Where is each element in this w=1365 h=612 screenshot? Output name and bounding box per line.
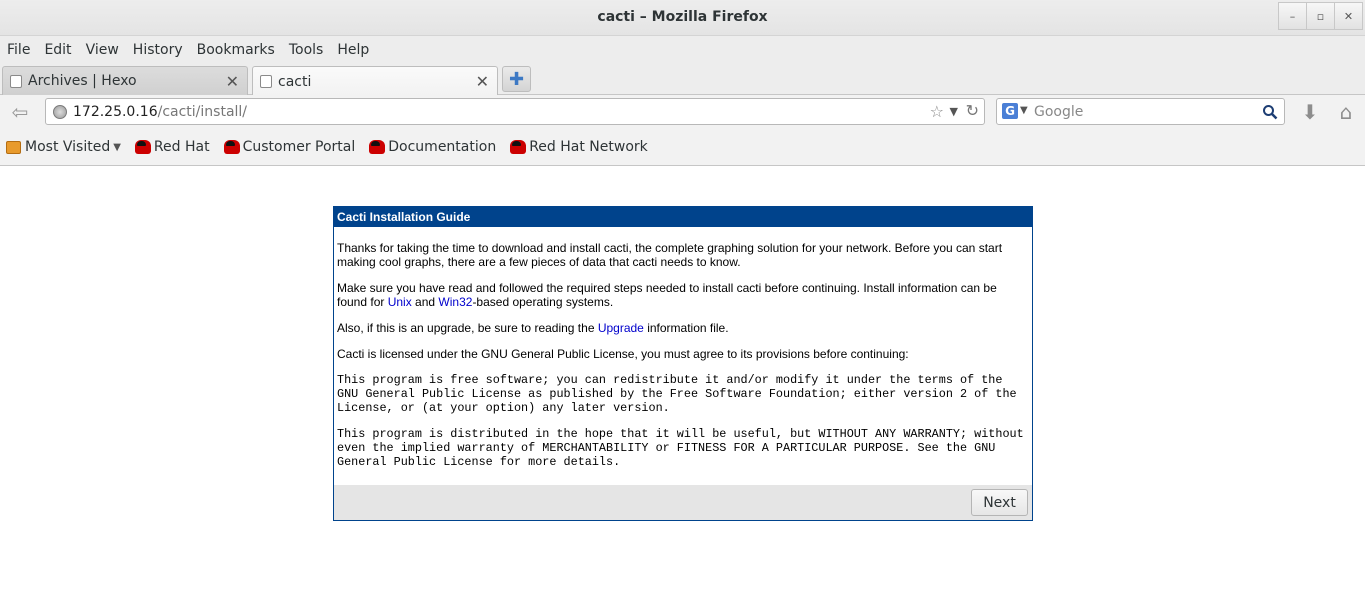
red-hat-icon — [510, 140, 527, 154]
intro-paragraph: Thanks for taking the time to download a… — [337, 241, 1003, 269]
unix-link[interactable]: Unix — [388, 295, 412, 309]
text: -based operating systems. — [472, 295, 614, 309]
download-icon[interactable]: ⬇ — [1297, 99, 1323, 125]
install-guide-panel: Cacti Installation Guide Thanks for taki… — [333, 206, 1033, 521]
tab-bar: Archives | Hexo ✕ cacti ✕ ✚ — [0, 63, 1365, 96]
upgrade-paragraph: Also, if this is an upgrade, be sure to … — [337, 321, 1026, 335]
menu-view[interactable]: View — [86, 42, 119, 58]
bookmarks-bar: Most Visited ▼ Red Hat Customer Portal D… — [0, 129, 1365, 166]
license-text-2: This program is distributed in the hope … — [337, 427, 1024, 469]
menu-help[interactable]: Help — [337, 42, 369, 58]
red-hat-icon — [369, 140, 386, 154]
text: and — [411, 295, 439, 309]
tab-cacti[interactable]: cacti ✕ — [252, 66, 498, 96]
license-intro-paragraph: Cacti is licensed under the GNU General … — [337, 347, 909, 361]
search-icon[interactable] — [1259, 101, 1281, 123]
tab-label: cacti — [278, 73, 312, 90]
folder-icon — [6, 140, 21, 154]
bookmark-label: Red Hat Network — [529, 139, 648, 155]
bookmark-star-icon[interactable]: ☆ — [930, 102, 944, 121]
maximize-button[interactable]: ▫ — [1306, 2, 1335, 30]
chevron-down-icon[interactable]: ▼ — [950, 105, 958, 118]
home-icon[interactable]: ⌂ — [1333, 99, 1359, 125]
menu-history[interactable]: History — [133, 42, 183, 58]
window-title: cacti – Mozilla Firefox — [597, 9, 768, 25]
next-button[interactable]: Next — [971, 489, 1028, 516]
panel-body: Thanks for taking the time to download a… — [334, 227, 1032, 469]
red-hat-icon — [223, 140, 240, 154]
tab-archives-hexo[interactable]: Archives | Hexo ✕ — [2, 66, 248, 95]
panel-header: Cacti Installation Guide — [334, 207, 1032, 227]
bookmark-label: Documentation — [388, 139, 497, 155]
bookmark-most-visited[interactable]: Most Visited ▼ — [6, 139, 121, 155]
menu-bar: File Edit View History Bookmarks Tools H… — [0, 36, 1365, 63]
page-icon — [260, 75, 272, 88]
search-bar[interactable]: G ▼ Google — [996, 98, 1285, 125]
text: information file. — [643, 321, 729, 335]
new-tab-button[interactable]: ✚ — [502, 66, 531, 92]
url-bar[interactable]: 172.25.0.16/cacti/install/ ☆ ▼ ↻ — [45, 98, 985, 125]
bookmark-customer-portal[interactable]: Customer Portal — [223, 139, 356, 155]
red-hat-icon — [134, 140, 151, 154]
menu-bookmarks[interactable]: Bookmarks — [197, 42, 275, 58]
bookmark-red-hat[interactable]: Red Hat — [134, 139, 210, 155]
url-text[interactable]: 172.25.0.16/cacti/install/ — [73, 104, 247, 120]
bookmark-label: Red Hat — [153, 139, 210, 155]
win32-link[interactable]: Win32 — [438, 295, 472, 309]
chevron-down-icon[interactable]: ▼ — [1020, 105, 1028, 116]
window-controls: – ▫ ✕ — [1278, 2, 1363, 30]
chevron-down-icon: ▼ — [113, 141, 121, 153]
url-path: /cacti/install/ — [157, 104, 248, 120]
close-tab-icon[interactable]: ✕ — [226, 72, 239, 91]
tab-label: Archives | Hexo — [28, 73, 137, 89]
close-tab-icon[interactable]: ✕ — [476, 72, 489, 91]
google-icon[interactable]: G — [1002, 103, 1018, 119]
navigation-bar: ⇦ 172.25.0.16/cacti/install/ ☆ ▼ ↻ G ▼ G… — [0, 95, 1365, 129]
page-icon — [10, 74, 22, 88]
upgrade-link[interactable]: Upgrade — [598, 321, 644, 335]
bookmark-documentation[interactable]: Documentation — [369, 139, 496, 155]
window-titlebar: cacti – Mozilla Firefox – ▫ ✕ — [0, 0, 1365, 36]
install-info-paragraph: Make sure you have read and followed the… — [337, 281, 1026, 309]
url-host: 172.25.0.16 — [73, 104, 158, 120]
menu-tools[interactable]: Tools — [289, 42, 324, 58]
menu-file[interactable]: File — [7, 42, 30, 58]
bookmark-red-hat-network[interactable]: Red Hat Network — [510, 139, 648, 155]
minimize-button[interactable]: – — [1278, 2, 1307, 30]
bookmark-label: Most Visited — [25, 139, 111, 155]
search-input[interactable]: Google — [1034, 104, 1083, 120]
close-window-button[interactable]: ✕ — [1334, 2, 1363, 30]
back-button[interactable]: ⇦ — [6, 99, 34, 125]
reload-icon[interactable]: ↻ — [966, 101, 979, 120]
license-text-1: This program is free software; you can r… — [337, 373, 1017, 415]
menu-edit[interactable]: Edit — [44, 42, 71, 58]
panel-footer: Next — [334, 485, 1032, 520]
text: Also, if this is an upgrade, be sure to … — [337, 321, 598, 335]
bookmark-label: Customer Portal — [242, 139, 356, 155]
globe-icon — [53, 105, 67, 119]
